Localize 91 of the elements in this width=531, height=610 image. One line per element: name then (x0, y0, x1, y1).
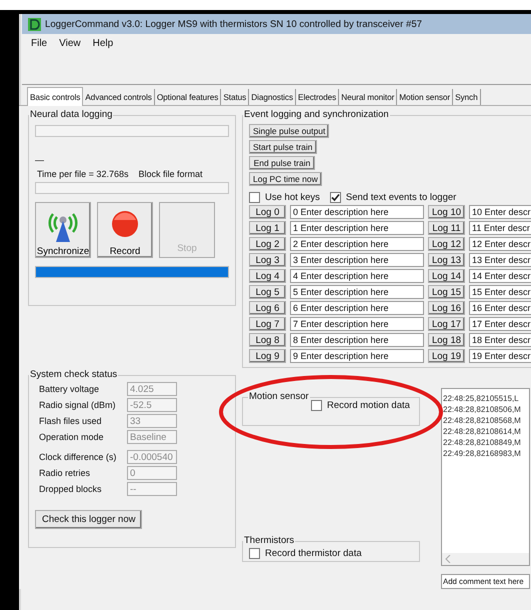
description-field[interactable]: 4 Enter description here (290, 269, 424, 283)
file-format-text: Block file format (138, 169, 202, 179)
description-field[interactable]: 9 Enter description here (290, 349, 424, 363)
menu-item[interactable]: View (59, 38, 81, 48)
log-entry: 22:49:28,82168983,M (443, 448, 522, 459)
action-button[interactable]: End pulse train (249, 156, 315, 170)
log-button[interactable]: Log 16 (428, 301, 465, 315)
menu-item[interactable]: Help (92, 38, 114, 48)
log-button[interactable]: Log 9 (249, 349, 286, 363)
log-button[interactable]: Log 18 (428, 333, 465, 347)
tab[interactable]: Electrodes (296, 89, 340, 105)
description-field[interactable]: 3 Enter description here (290, 253, 424, 267)
description-field[interactable]: 2 Enter description here (290, 237, 424, 251)
group-title: Thermistors (243, 536, 296, 546)
log-button[interactable]: Log 0 (249, 205, 286, 219)
log-button[interactable]: Log 15 (428, 285, 465, 299)
big-button[interactable]: Synchronize (35, 202, 91, 258)
tab[interactable]: Advanced controls (83, 89, 155, 105)
description-field[interactable]: 18 Enter descr (469, 333, 531, 347)
action-button[interactable]: Start pulse train (249, 140, 317, 154)
group-title: Event logging and synchronization (243, 110, 390, 120)
menu-item[interactable]: File (31, 38, 48, 48)
checkbox[interactable] (330, 192, 341, 203)
log-entry: 22:48:28,82108614,M (443, 426, 522, 437)
log-button[interactable]: Log 13 (428, 253, 465, 267)
checkbox[interactable] (311, 400, 322, 411)
description-field[interactable]: 13 Enter descr (469, 253, 531, 267)
log-button[interactable]: Log 2 (249, 237, 286, 251)
tab[interactable]: Status (221, 89, 250, 105)
checkbox[interactable] (249, 548, 260, 559)
status-text: — (35, 155, 45, 165)
description-field[interactable]: 17 Enter descr (469, 317, 531, 331)
log-button[interactable]: Log 11 (428, 221, 465, 235)
description-field[interactable]: 8 Enter description here (290, 333, 424, 347)
description-field[interactable]: 15 Enter descr (469, 285, 531, 299)
log-button[interactable]: Log 12 (428, 237, 465, 251)
field-label: Radio signal (dBm) (39, 400, 117, 410)
app-icon (28, 18, 41, 30)
window-title: LoggerCommand v3.0: Logger MS9 with thermistors SN 10 controlled by transceiver #57 (45, 18, 422, 30)
description-field[interactable]: 1 Enter description here (290, 221, 424, 235)
check-logger-button[interactable]: Check this logger now (35, 510, 142, 529)
log-entry: 22:48:25,82105515,L (443, 393, 520, 404)
description-field[interactable]: 14 Enter descr (469, 269, 531, 283)
checkbox[interactable] (249, 192, 260, 203)
field-label: Clock difference (s) (39, 452, 118, 462)
log-button[interactable]: Log 7 (249, 317, 286, 331)
description-field[interactable]: 0 Enter description here (290, 205, 424, 219)
checkbox-label: Send text events to logger (346, 192, 456, 203)
description-field[interactable]: 19 Enter descr (469, 349, 531, 363)
tab[interactable]: Motion sensor (397, 89, 454, 105)
checkbox-label: Record thermistor data (265, 548, 362, 559)
log-entry: 22:48:28,82108568,M (443, 415, 522, 426)
field-label: Radio retries (39, 468, 92, 478)
log-button[interactable]: Log 3 (249, 253, 286, 267)
checkbox-label: Use hot keys (265, 192, 320, 203)
field-label: Flash files used (39, 416, 103, 426)
log-button[interactable]: Log 8 (249, 333, 286, 347)
log-button[interactable]: Log 17 (428, 317, 465, 331)
group-title: Neural data logging (29, 110, 114, 120)
description-field[interactable]: 10 Enter descr (469, 205, 531, 219)
field-label: Operation mode (39, 432, 105, 442)
tab[interactable]: Basic controls (27, 87, 84, 106)
log-button[interactable]: Log 1 (249, 221, 286, 235)
field-label: Dropped blocks (39, 484, 103, 494)
log-button[interactable]: Log 10 (428, 205, 465, 219)
big-button[interactable]: Record (97, 202, 153, 258)
tab[interactable]: Diagnostics (249, 89, 296, 105)
description-field[interactable]: 12 Enter descr (469, 237, 531, 251)
log-button[interactable]: Log 6 (249, 301, 286, 315)
description-field[interactable]: 7 Enter description here (290, 317, 424, 331)
tab[interactable]: Neural monitor (339, 89, 398, 105)
description-field[interactable]: 5 Enter description here (290, 285, 424, 299)
log-button[interactable]: Log 5 (249, 285, 286, 299)
tab[interactable]: Optional features (154, 89, 222, 105)
description-field[interactable]: 16 Enter descr (469, 301, 531, 315)
log-entry: 22:48:28,82108506,M (443, 404, 522, 415)
log-entry: 22:48:28,82108849,M (443, 437, 522, 448)
field-label: Battery voltage (39, 384, 100, 394)
log-button[interactable]: Log 14 (428, 269, 465, 283)
action-button[interactable]: Log PC time now (249, 172, 322, 186)
action-button[interactable]: Single pulse output (249, 124, 330, 138)
group-title: System check status (29, 370, 118, 380)
checkbox-label: Record motion data (327, 400, 410, 411)
log-button[interactable]: Log 19 (428, 349, 465, 363)
tab[interactable]: Synch (453, 89, 481, 105)
description-field[interactable]: 11 Enter descr (469, 221, 531, 235)
log-button[interactable]: Log 4 (249, 269, 286, 283)
group-title: Motion sensor (248, 392, 310, 402)
horizontal-scrollbar[interactable] (442, 553, 529, 565)
time-per-file-text: Time per file = 32.768s (37, 169, 128, 179)
description-field[interactable]: 6 Enter description here (290, 301, 424, 315)
